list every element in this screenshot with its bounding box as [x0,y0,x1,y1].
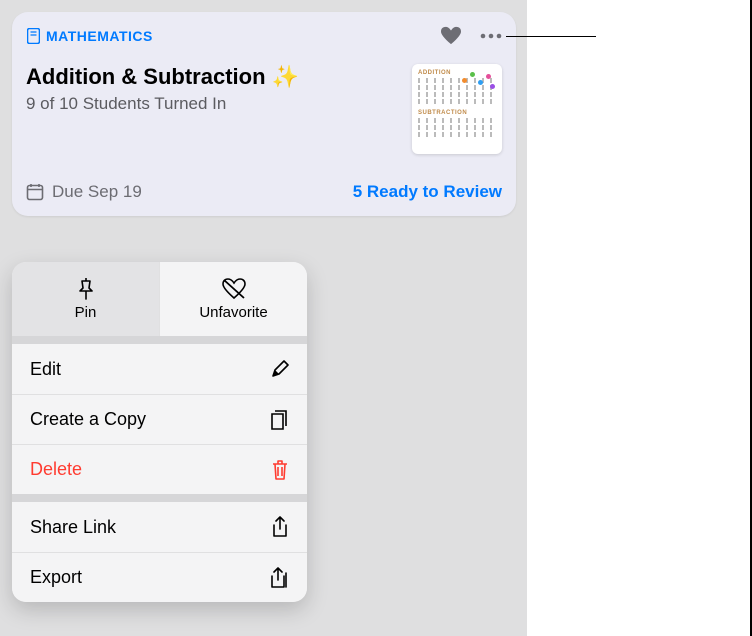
share-icon [271,516,289,538]
delete-label: Delete [30,459,82,480]
duplicate-icon [269,409,289,431]
favorite-icon[interactable] [440,26,462,46]
callout-line [506,36,596,37]
copy-label: Create a Copy [30,409,146,430]
calendar-icon [26,183,44,201]
context-menu: Pin Unfavorite Edit Create a Copy Delete [12,262,307,602]
ready-to-review-link[interactable]: 5 Ready to Review [353,182,502,202]
delete-item[interactable]: Delete [12,444,307,494]
assignment-title: Addition & Subtraction ✨ [26,64,398,90]
due-date-row: Due Sep 19 [26,182,142,202]
create-copy-item[interactable]: Create a Copy [12,394,307,444]
turned-in-text: 9 of 10 Students Turned In [26,94,398,114]
subject-row: MATHEMATICS [26,28,440,44]
export-icon [269,567,289,589]
pin-icon [76,278,96,300]
assignment-thumbnail: ADDITION SUBTRACTION [412,64,502,154]
pin-label: Pin [75,304,97,321]
edit-item[interactable]: Edit [12,344,307,394]
share-label: Share Link [30,517,116,538]
pencil-icon [271,360,289,378]
subject-label: MATHEMATICS [46,28,153,44]
unfavorite-label: Unfavorite [199,304,267,321]
trash-icon [271,459,289,481]
heart-slash-icon [222,278,246,300]
book-icon [26,28,40,44]
share-link-item[interactable]: Share Link [12,502,307,552]
unfavorite-button[interactable]: Unfavorite [159,262,307,336]
due-date-text: Due Sep 19 [52,182,142,202]
pin-button[interactable]: Pin [12,262,159,336]
export-label: Export [30,567,82,588]
assignment-card: MATHEMATICS Addition & Subtraction ✨ 9 o… [12,12,516,216]
more-icon[interactable] [480,33,502,39]
edit-label: Edit [30,359,61,380]
export-item[interactable]: Export [12,552,307,602]
